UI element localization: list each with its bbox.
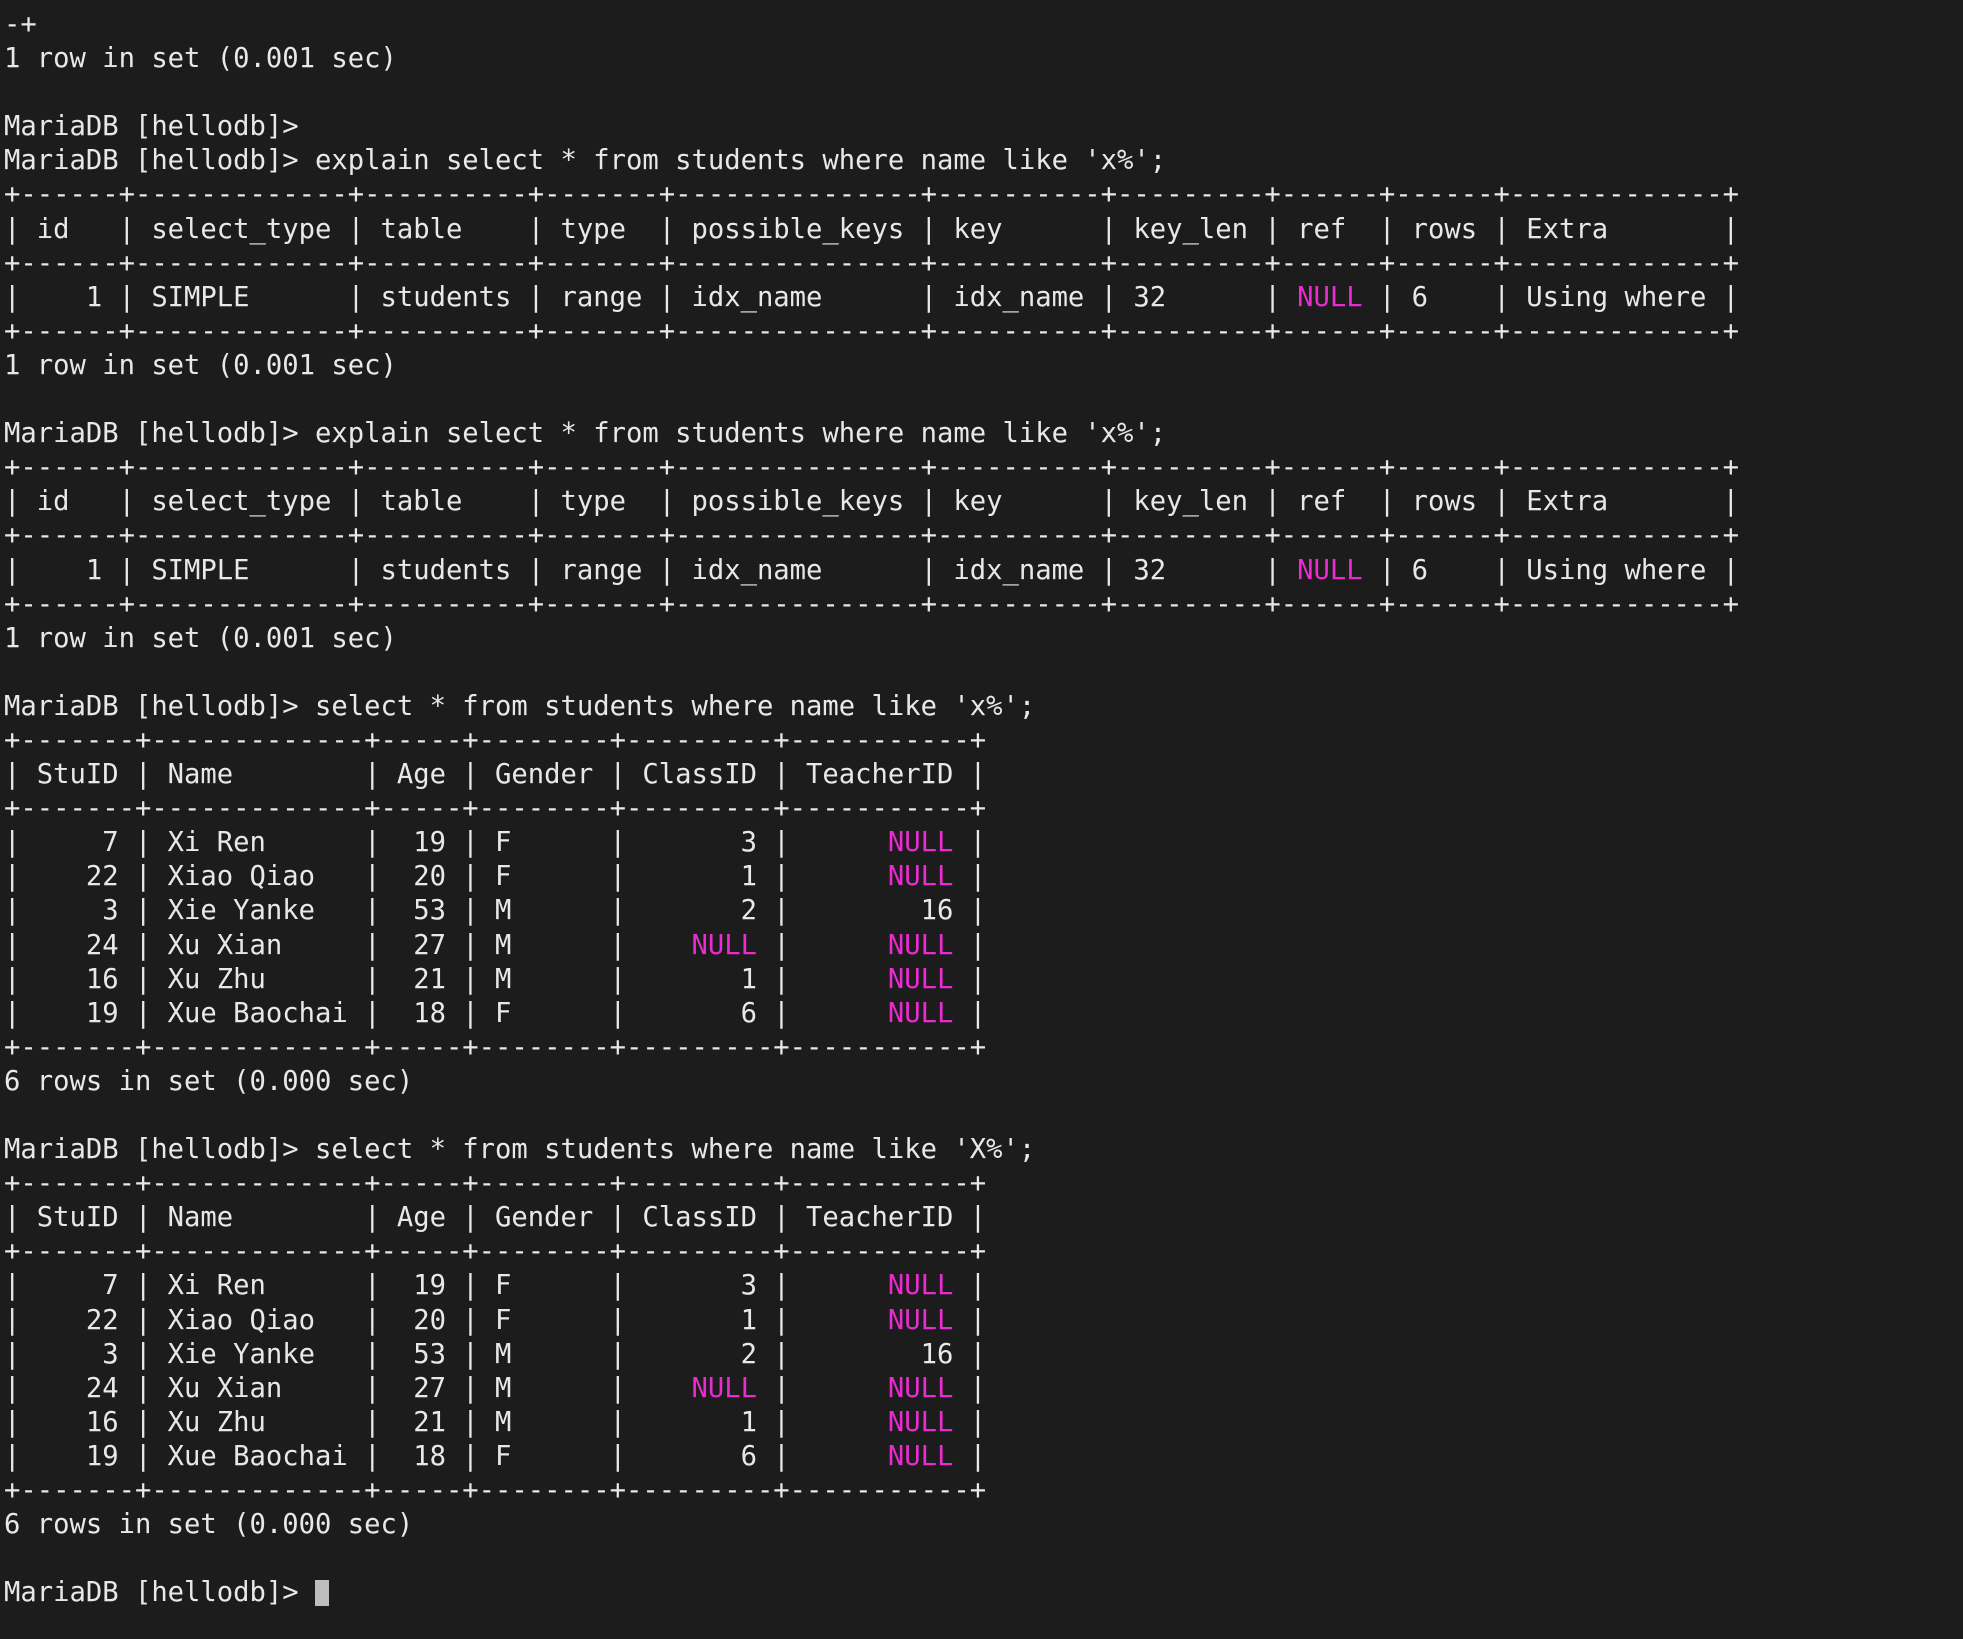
terminal-line: +------+-------------+----------+-------… bbox=[4, 247, 1963, 281]
row-segment: | bbox=[757, 930, 888, 961]
terminal-line: 1 row in set (0.001 sec) bbox=[4, 349, 1963, 383]
row-segment: | 22 | Xiao Qiao | 20 | F | 1 | bbox=[4, 861, 888, 892]
terminal-line: | 7 | Xi Ren | 19 | F | 3 | NULL | bbox=[4, 826, 1963, 860]
terminal-line: | 19 | Xue Baochai | 18 | F | 6 | NULL | bbox=[4, 1440, 1963, 1474]
terminal-line: | 24 | Xu Xian | 27 | M | NULL | NULL | bbox=[4, 1372, 1963, 1406]
null-value: NULL bbox=[888, 1407, 953, 1438]
row-segment: | 19 | Xue Baochai | 18 | F | 6 | bbox=[4, 1441, 888, 1472]
terminal-line: +-------+-------------+-----+--------+--… bbox=[4, 1167, 1963, 1201]
null-value: NULL bbox=[888, 964, 953, 995]
terminal-line: MariaDB [hellodb]> bbox=[4, 110, 1963, 144]
row-segment: | 16 | Xu Zhu | 21 | M | 1 | bbox=[4, 964, 888, 995]
terminal-line: 1 row in set (0.001 sec) bbox=[4, 622, 1963, 656]
null-value: NULL bbox=[1297, 555, 1362, 586]
row-segment: | 1 | SIMPLE | students | range | idx_na… bbox=[4, 555, 1297, 586]
terminal-line: 6 rows in set (0.000 sec) bbox=[4, 1508, 1963, 1542]
terminal-line: +------+-------------+----------+-------… bbox=[4, 451, 1963, 485]
terminal-line bbox=[4, 1542, 1963, 1576]
terminal-line: | 7 | Xi Ren | 19 | F | 3 | NULL | bbox=[4, 1269, 1963, 1303]
row-segment: | 1 | SIMPLE | students | range | idx_na… bbox=[4, 282, 1297, 313]
row-segment: | 19 | Xue Baochai | 18 | F | 6 | bbox=[4, 998, 888, 1029]
terminal-line: 6 rows in set (0.000 sec) bbox=[4, 1065, 1963, 1099]
shell-prompt: MariaDB [hellodb]> bbox=[4, 1577, 315, 1608]
terminal-line: | 19 | Xue Baochai | 18 | F | 6 | NULL | bbox=[4, 997, 1963, 1031]
terminal-line: MariaDB [hellodb]> select * from student… bbox=[4, 1133, 1963, 1167]
row-segment: | 7 | Xi Ren | 19 | F | 3 | bbox=[4, 1270, 888, 1301]
row-segment: | 24 | Xu Xian | 27 | M | bbox=[4, 930, 691, 961]
terminal-line: +-------+-------------+-----+--------+--… bbox=[4, 724, 1963, 758]
terminal-line: | 16 | Xu Zhu | 21 | M | 1 | NULL | bbox=[4, 963, 1963, 997]
row-segment: | 7 | Xi Ren | 19 | F | 3 | bbox=[4, 827, 888, 858]
null-value: NULL bbox=[888, 930, 953, 961]
terminal-line: | 1 | SIMPLE | students | range | idx_na… bbox=[4, 554, 1963, 588]
terminal-line: +-------+-------------+-----+--------+--… bbox=[4, 1235, 1963, 1269]
row-segment: | 6 | Using where | bbox=[1363, 555, 1739, 586]
terminal-line: MariaDB [hellodb]> bbox=[4, 1576, 1963, 1610]
terminal-line: +------+-------------+----------+-------… bbox=[4, 178, 1963, 212]
terminal-line: | 22 | Xiao Qiao | 20 | F | 1 | NULL | bbox=[4, 1304, 1963, 1338]
terminal-line: +-------+-------------+-----+--------+--… bbox=[4, 792, 1963, 826]
terminal-line: MariaDB [hellodb]> explain select * from… bbox=[4, 417, 1963, 451]
row-segment: | 16 | Xu Zhu | 21 | M | 1 | bbox=[4, 1407, 888, 1438]
row-segment: | bbox=[953, 930, 986, 961]
text-cursor[interactable] bbox=[315, 1580, 329, 1606]
terminal-line: +-------+-------------+-----+--------+--… bbox=[4, 1474, 1963, 1508]
terminal-line: +------+-------------+----------+-------… bbox=[4, 315, 1963, 349]
null-value: NULL bbox=[888, 827, 953, 858]
terminal-line: | StuID | Name | Age | Gender | ClassID … bbox=[4, 758, 1963, 792]
terminal-line: | 22 | Xiao Qiao | 20 | F | 1 | NULL | bbox=[4, 860, 1963, 894]
null-value: NULL bbox=[691, 1373, 756, 1404]
null-value: NULL bbox=[691, 930, 756, 961]
terminal-line bbox=[4, 1099, 1963, 1133]
terminal-line: | 24 | Xu Xian | 27 | M | NULL | NULL | bbox=[4, 929, 1963, 963]
terminal-line: +-------+-------------+-----+--------+--… bbox=[4, 1031, 1963, 1065]
null-value: NULL bbox=[888, 1373, 953, 1404]
terminal-line bbox=[4, 76, 1963, 110]
terminal-line: +------+-------------+----------+-------… bbox=[4, 519, 1963, 553]
terminal-line: | 1 | SIMPLE | students | range | idx_na… bbox=[4, 281, 1963, 315]
row-segment: | bbox=[757, 1373, 888, 1404]
terminal-output[interactable]: -+1 row in set (0.001 sec) MariaDB [hell… bbox=[0, 0, 1963, 1639]
terminal-line: -+ bbox=[4, 8, 1963, 42]
row-segment: | bbox=[953, 827, 986, 858]
row-segment: | bbox=[953, 1373, 986, 1404]
terminal-line: MariaDB [hellodb]> explain select * from… bbox=[4, 144, 1963, 178]
row-segment: | 22 | Xiao Qiao | 20 | F | 1 | bbox=[4, 1305, 888, 1336]
null-value: NULL bbox=[888, 861, 953, 892]
row-segment: | bbox=[953, 1305, 986, 1336]
null-value: NULL bbox=[888, 1305, 953, 1336]
terminal-line: 1 row in set (0.001 sec) bbox=[4, 42, 1963, 76]
row-segment: | 24 | Xu Xian | 27 | M | bbox=[4, 1373, 691, 1404]
terminal-line bbox=[4, 656, 1963, 690]
row-segment: | bbox=[953, 1441, 986, 1472]
row-segment: | 6 | Using where | bbox=[1363, 282, 1739, 313]
terminal-line: | 16 | Xu Zhu | 21 | M | 1 | NULL | bbox=[4, 1406, 1963, 1440]
terminal-line: | StuID | Name | Age | Gender | ClassID … bbox=[4, 1201, 1963, 1235]
terminal-line: +------+-------------+----------+-------… bbox=[4, 588, 1963, 622]
terminal-line bbox=[4, 383, 1963, 417]
terminal-line: | id | select_type | table | type | poss… bbox=[4, 213, 1963, 247]
row-segment: | bbox=[953, 861, 986, 892]
terminal-line: | 3 | Xie Yanke | 53 | M | 2 | 16 | bbox=[4, 1338, 1963, 1372]
row-segment: | bbox=[953, 964, 986, 995]
terminal-line: | id | select_type | table | type | poss… bbox=[4, 485, 1963, 519]
terminal-line: MariaDB [hellodb]> select * from student… bbox=[4, 690, 1963, 724]
terminal-line: | 3 | Xie Yanke | 53 | M | 2 | 16 | bbox=[4, 894, 1963, 928]
null-value: NULL bbox=[888, 998, 953, 1029]
null-value: NULL bbox=[888, 1270, 953, 1301]
row-segment: | bbox=[953, 1270, 986, 1301]
null-value: NULL bbox=[1297, 282, 1362, 313]
row-segment: | bbox=[953, 1407, 986, 1438]
null-value: NULL bbox=[888, 1441, 953, 1472]
row-segment: | bbox=[953, 998, 986, 1029]
